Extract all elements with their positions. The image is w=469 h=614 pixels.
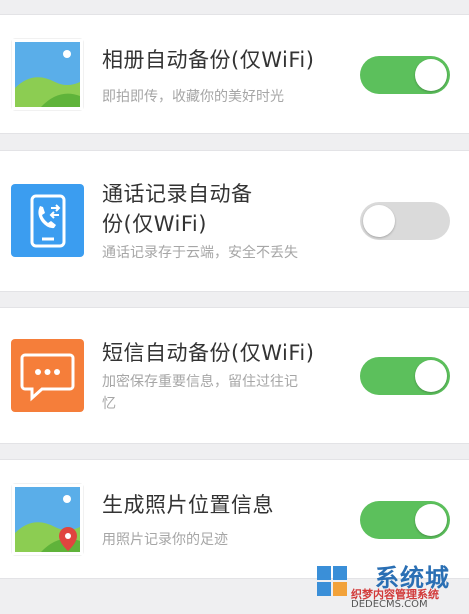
toggle-knob [415, 59, 447, 91]
settings-row-call-log-backup: 通话记录自动备 份(仅WiFi) 通话记录存于云端，安全不丢失 [0, 150, 469, 292]
row-title-line1: 通话记录自动备 [102, 182, 253, 206]
photo-landscape-icon [11, 38, 84, 111]
toggle-knob [415, 360, 447, 392]
windows-logo-icon [317, 566, 347, 596]
toggle-knob [415, 504, 447, 536]
photo-location-toggle[interactable] [360, 501, 450, 539]
toggle-knob [363, 205, 395, 237]
row-subtitle: 用照片记录你的足迹 [102, 532, 228, 548]
album-backup-toggle[interactable] [360, 56, 450, 94]
call-log-backup-toggle[interactable] [360, 202, 450, 240]
row-title: 生成照片位置信息 [102, 493, 274, 517]
watermark: 系统城 织梦内容管理系统 DEDECMS.COM [315, 556, 465, 612]
row-title: 相册自动备份(仅WiFi) [102, 48, 315, 72]
sms-backup-toggle[interactable] [360, 357, 450, 395]
row-subtitle: 即拍即传，收藏你的美好时光 [102, 89, 284, 105]
photo-location-icon [11, 483, 84, 556]
row-subtitle-line1: 加密保存重要信息，留住过往记 [102, 374, 298, 390]
settings-row-sms-backup: 短信自动备份(仅WiFi) 加密保存重要信息，留住过往记 忆 [0, 307, 469, 444]
row-subtitle-line2: 忆 [102, 396, 116, 412]
settings-row-album-backup: 相册自动备份(仅WiFi) 即拍即传，收藏你的美好时光 [0, 14, 469, 134]
row-title: 短信自动备份(仅WiFi) [102, 341, 315, 365]
phone-transfer-icon [11, 184, 84, 257]
message-bubble-icon [11, 339, 84, 412]
row-title-line2: 份(仅WiFi) [102, 212, 207, 236]
watermark-domain: DEDECMS.COM [351, 599, 428, 610]
row-subtitle: 通话记录存于云端，安全不丢失 [102, 245, 298, 261]
